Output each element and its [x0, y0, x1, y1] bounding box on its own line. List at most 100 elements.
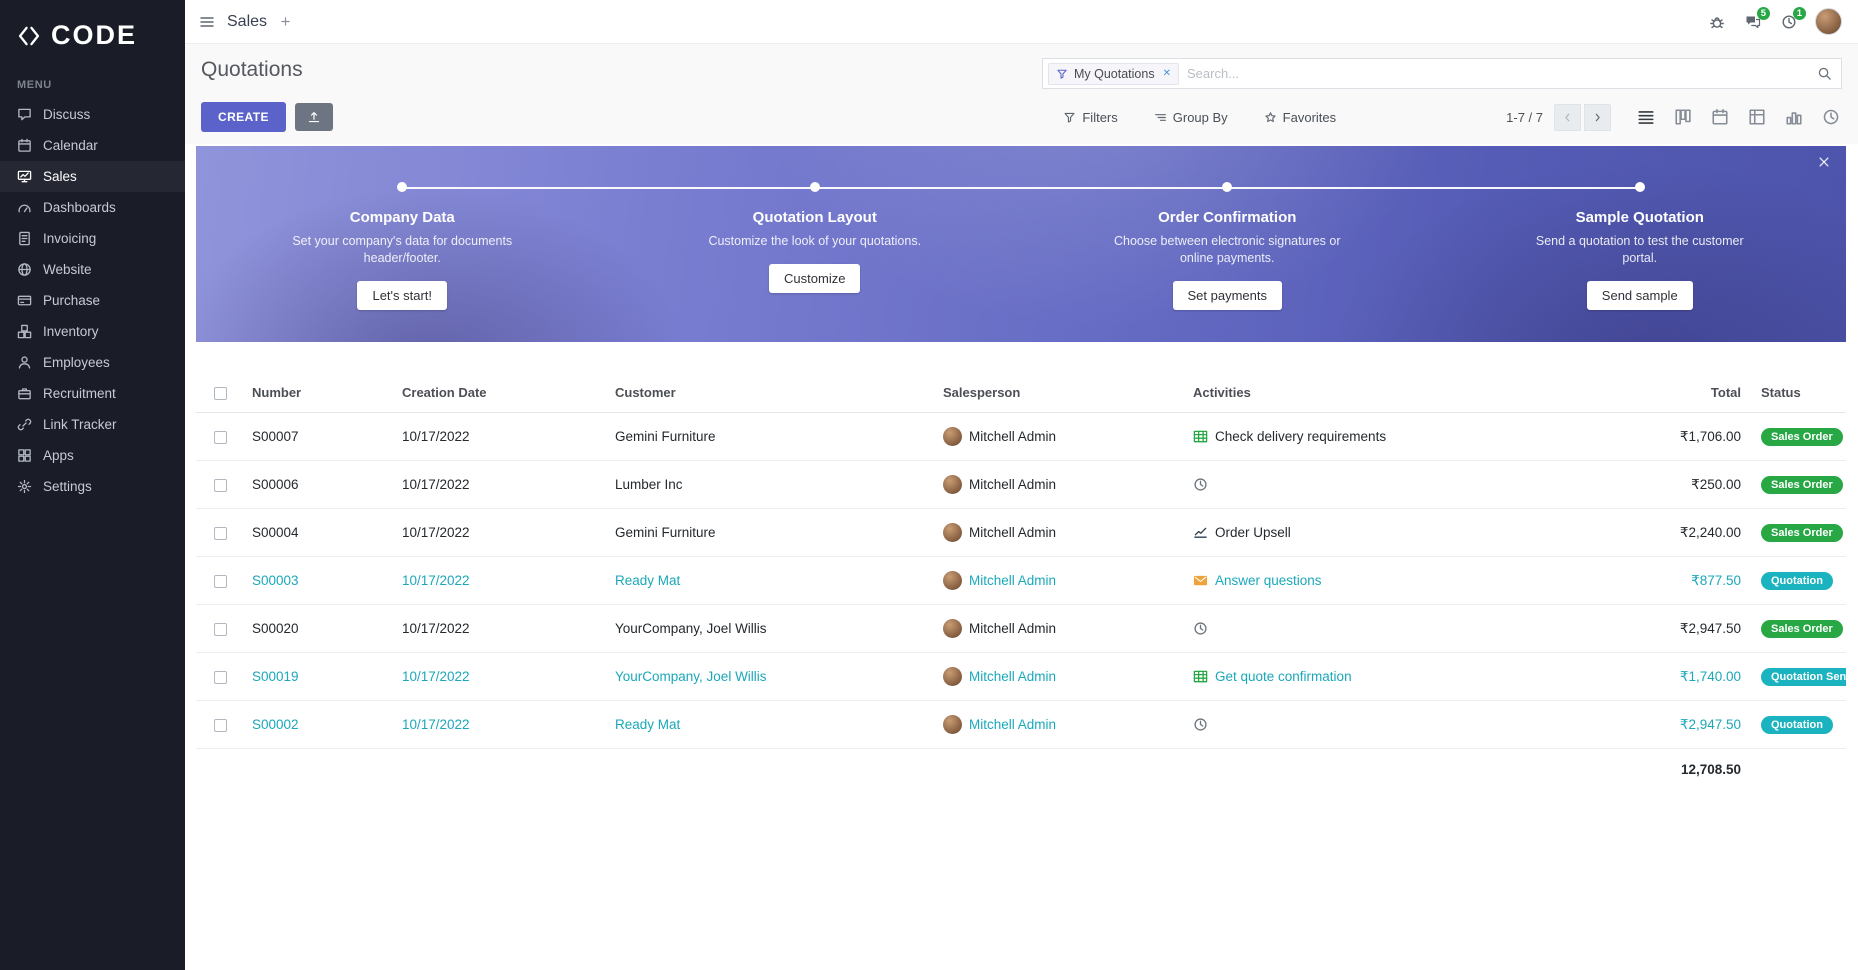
salesperson-avatar — [943, 427, 962, 446]
sidebar-item-inventory[interactable]: Inventory — [0, 316, 185, 347]
cell-activities[interactable]: Order Upsell — [1189, 509, 1619, 557]
onboarding-step-description: Set your company's data for documents he… — [287, 233, 517, 267]
table-row[interactable]: S00004 10/17/2022 Gemini Furniture Mitch… — [196, 509, 1846, 557]
view-graph-button[interactable] — [1783, 106, 1805, 128]
row-checkbox[interactable] — [214, 479, 227, 492]
column-header-status[interactable]: Status — [1751, 372, 1846, 413]
sidebar-item-calendar[interactable]: Calendar — [0, 130, 185, 161]
cell-activities[interactable] — [1189, 461, 1619, 509]
sidebar-item-recruitment[interactable]: Recruitment — [0, 378, 185, 409]
pager-next-button[interactable] — [1584, 104, 1611, 131]
table-row[interactable]: S00019 10/17/2022 YourCompany, Joel Will… — [196, 653, 1846, 701]
onboarding-step-company-data: Company Data Set your company's data for… — [196, 173, 609, 310]
sidebar-item-dashboards[interactable]: Dashboards — [0, 192, 185, 223]
cell-customer: Gemini Furniture — [611, 413, 939, 461]
row-checkbox[interactable] — [214, 671, 227, 684]
sidebar-item-sales[interactable]: Sales — [0, 161, 185, 192]
cell-activities[interactable] — [1189, 701, 1619, 749]
cell-activities[interactable]: Get quote confirmation — [1189, 653, 1619, 701]
salesperson-name: Mitchell Admin — [969, 525, 1056, 540]
search-icon[interactable] — [1817, 66, 1832, 81]
bug-systray-button[interactable] — [1709, 14, 1725, 30]
view-pivot-button[interactable] — [1746, 106, 1768, 128]
search-input[interactable] — [1187, 66, 1809, 81]
page-title: Quotations — [201, 58, 303, 82]
column-header-customer[interactable]: Customer — [611, 372, 939, 413]
customize-button[interactable]: Customize — [769, 264, 860, 293]
sidebar-item-invoicing[interactable]: Invoicing — [0, 223, 185, 254]
group-by-button[interactable]: Group By — [1154, 110, 1228, 125]
salesperson-name: Mitchell Admin — [969, 429, 1056, 444]
cell-activities[interactable] — [1189, 605, 1619, 653]
table-row[interactable]: S00003 10/17/2022 Ready Mat Mitchell Adm… — [196, 557, 1846, 605]
salesperson-name: Mitchell Admin — [969, 621, 1056, 636]
facet-remove-icon[interactable]: ✕ — [1163, 68, 1171, 79]
activity-clock-systray-button[interactable]: 1 — [1781, 14, 1797, 30]
cell-total: ₹1,706.00 — [1619, 413, 1751, 461]
select-all-checkbox[interactable] — [214, 387, 227, 400]
cell-creation-date: 10/17/2022 — [398, 557, 611, 605]
cell-activities[interactable]: Check delivery requirements — [1189, 413, 1619, 461]
search-facet[interactable]: My Quotations ✕ — [1048, 63, 1179, 85]
view-calendar-button[interactable] — [1709, 106, 1731, 128]
cell-customer: Gemini Furniture — [611, 509, 939, 557]
table-row[interactable]: S00020 10/17/2022 YourCompany, Joel Will… — [196, 605, 1846, 653]
table-row[interactable]: S00006 10/17/2022 Lumber Inc Mitchell Ad… — [196, 461, 1846, 509]
column-header-number[interactable]: Number — [248, 372, 398, 413]
sidebar-item-purchase[interactable]: Purchase — [0, 285, 185, 316]
cell-total: ₹2,947.50 — [1619, 701, 1751, 749]
sidebar-item-link-tracker[interactable]: Link Tracker — [0, 409, 185, 440]
column-header-total[interactable]: Total — [1619, 372, 1751, 413]
sidebar-item-website[interactable]: Website — [0, 254, 185, 285]
step-dot — [810, 182, 820, 192]
cell-status: Quotation — [1751, 557, 1846, 605]
step-dot — [1222, 182, 1232, 192]
close-icon[interactable] — [1817, 155, 1831, 169]
column-header-creation-date[interactable]: Creation Date — [398, 372, 611, 413]
row-checkbox[interactable] — [214, 527, 227, 540]
app-logo[interactable]: CODE — [0, 0, 185, 67]
sidebar-item-settings[interactable]: Settings — [0, 471, 185, 502]
group-by-label: Group By — [1173, 110, 1228, 125]
table-row[interactable]: S00007 10/17/2022 Gemini Furniture Mitch… — [196, 413, 1846, 461]
view-activity-button[interactable] — [1820, 106, 1842, 128]
cell-salesperson: Mitchell Admin — [939, 653, 1189, 701]
create-button[interactable]: CREATE — [201, 102, 286, 132]
salesperson-avatar — [943, 715, 962, 734]
salesperson-avatar — [943, 667, 962, 686]
messages-systray-button[interactable]: 5 — [1745, 14, 1761, 30]
cell-salesperson: Mitchell Admin — [939, 605, 1189, 653]
plus-icon[interactable] — [279, 15, 292, 28]
filters-button[interactable]: Filters — [1063, 110, 1117, 125]
sidebar-item-label: Discuss — [43, 107, 90, 122]
cell-creation-date: 10/17/2022 — [398, 605, 611, 653]
search-bar[interactable]: My Quotations ✕ — [1042, 58, 1842, 89]
sidebar-item-apps[interactable]: Apps — [0, 440, 185, 471]
hamburger-icon[interactable] — [199, 14, 215, 30]
table-row[interactable]: S00002 10/17/2022 Ready Mat Mitchell Adm… — [196, 701, 1846, 749]
sidebar-item-employees[interactable]: Employees — [0, 347, 185, 378]
view-kanban-button[interactable] — [1672, 106, 1694, 128]
cell-activities[interactable]: Answer questions — [1189, 557, 1619, 605]
user-avatar[interactable] — [1815, 8, 1842, 35]
favorites-button[interactable]: Favorites — [1264, 110, 1336, 125]
logo-icon — [16, 23, 42, 49]
view-list-button[interactable] — [1635, 106, 1657, 128]
row-checkbox[interactable] — [214, 719, 227, 732]
let-s-start-button[interactable]: Let's start! — [357, 281, 447, 310]
link-icon — [17, 417, 32, 432]
status-badge: Sales Order — [1761, 620, 1843, 638]
sidebar-item-discuss[interactable]: Discuss — [0, 99, 185, 130]
row-checkbox[interactable] — [214, 431, 227, 444]
group-by-icon — [1154, 111, 1167, 124]
column-header-salesperson[interactable]: Salesperson — [939, 372, 1189, 413]
set-payments-button[interactable]: Set payments — [1173, 281, 1283, 310]
row-checkbox[interactable] — [214, 623, 227, 636]
pager-previous-button[interactable] — [1554, 104, 1581, 131]
topbar-app-name[interactable]: Sales — [227, 13, 267, 31]
send-sample-button[interactable]: Send sample — [1587, 281, 1693, 310]
row-checkbox[interactable] — [214, 575, 227, 588]
column-header-activities[interactable]: Activities — [1189, 372, 1619, 413]
clock-icon — [1193, 621, 1208, 636]
export-button[interactable] — [295, 103, 333, 131]
